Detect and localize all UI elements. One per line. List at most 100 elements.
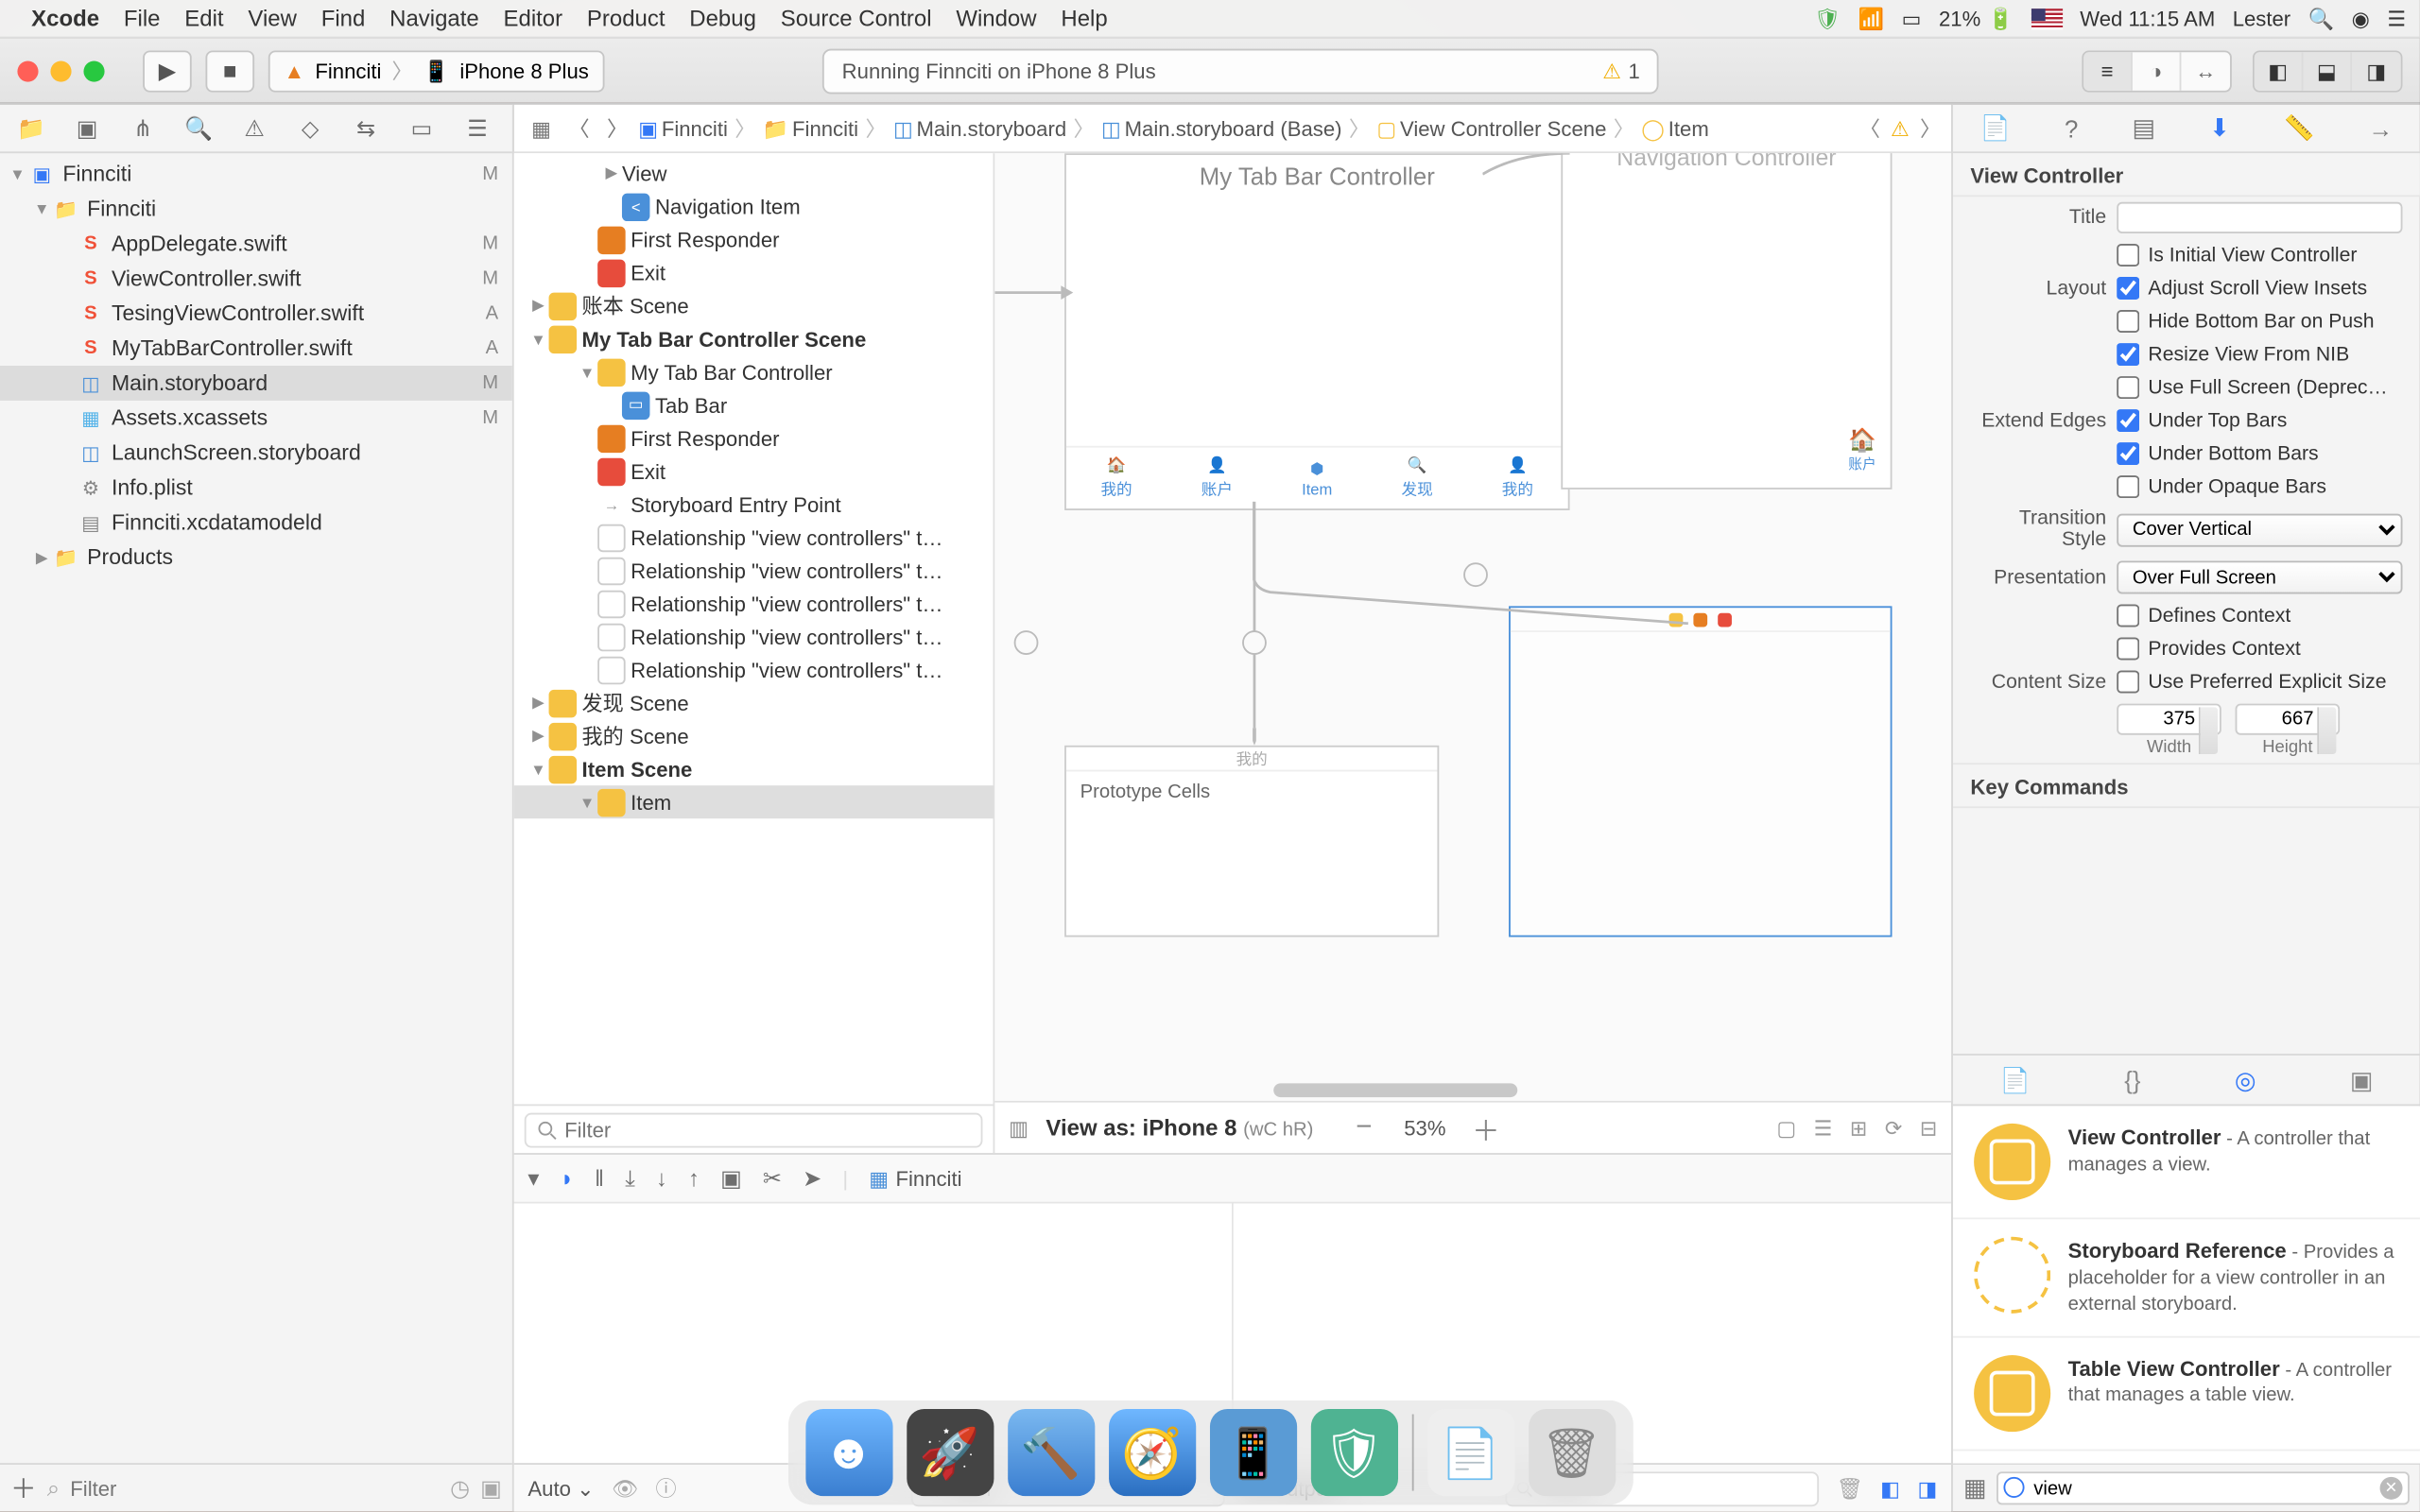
hide-debug-icon[interactable]: ▾ — [527, 1164, 539, 1192]
content-width-input[interactable] — [2117, 704, 2221, 735]
menu-debug[interactable]: Debug — [689, 6, 756, 32]
scm-filter-icon[interactable]: ▣ — [480, 1474, 502, 1502]
trash-icon[interactable]: 🗑 — [1837, 1476, 1863, 1501]
view-as-label[interactable]: View as: iPhone 8 (wC hR) — [1046, 1115, 1313, 1142]
file-inspector-icon[interactable]: 📄 — [1980, 113, 2011, 143]
menu-navigate[interactable]: Navigate — [389, 6, 479, 32]
outline-Exit[interactable]: Exit — [514, 455, 994, 488]
dock-launchpad-icon[interactable]: 🚀 — [906, 1409, 993, 1496]
table-view-scene[interactable]: 我的 Prototype Cells — [1064, 746, 1439, 937]
variables-scope[interactable]: Auto ⌄ — [527, 1476, 594, 1501]
toggle-navigator-icon[interactable]: ◧ — [2255, 51, 2304, 90]
debug-navigator-icon[interactable]: ⇆ — [341, 109, 390, 147]
step-out-icon[interactable]: ↑ — [688, 1165, 700, 1192]
tree-root[interactable]: ▼▣ FinncitiM — [0, 157, 512, 192]
step-over-icon[interactable]: ⤓ — [625, 1164, 635, 1192]
menu-source-control[interactable]: Source Control — [781, 6, 932, 32]
breakpoint-navigator-icon[interactable]: ▭ — [397, 109, 446, 147]
provides-context-checkbox[interactable]: Provides Context — [2117, 638, 2301, 661]
outline-Relationship "view controllers" t…[interactable]: ○Relationship "view controllers" t… — [514, 521, 994, 554]
navigator-filter-input[interactable] — [70, 1476, 440, 1501]
layout-opt-2[interactable]: Resize View From NIB — [2117, 343, 2349, 366]
embed-icon[interactable]: ▢ — [1776, 1115, 1796, 1140]
menu-view[interactable]: View — [248, 6, 297, 32]
dock-simulator-icon[interactable]: 📱 — [1209, 1409, 1296, 1496]
selected-view-controller[interactable] — [1509, 606, 1892, 936]
file-Main.storyboard[interactable]: ◫Main.storyboardM — [0, 366, 512, 401]
extend-opt-1[interactable]: Under Bottom Bars — [2117, 442, 2318, 465]
find-navigator-icon[interactable]: ⋔ — [118, 109, 167, 147]
toggle-outline-icon[interactable]: ▥ — [1009, 1115, 1028, 1140]
pane-toggle-segment[interactable]: ◧ ⬓ ◨ — [2253, 50, 2402, 92]
search-navigator-icon[interactable]: 🔍 — [174, 109, 223, 147]
toggle-debug-icon[interactable]: ⬓ — [2303, 51, 2352, 90]
assistant-editor-icon[interactable]: ◑ — [2133, 51, 2182, 90]
resolve-icon[interactable]: ⟳ — [1885, 1115, 1903, 1140]
menu-editor[interactable]: Editor — [504, 6, 563, 32]
scheme-selector[interactable]: ▲Finnciti 〉 📱iPhone 8 Plus — [268, 50, 605, 92]
outline-Relationship "view controllers" t…[interactable]: ○Relationship "view controllers" t… — [514, 554, 994, 587]
recent-filter-icon[interactable]: ◷ — [450, 1474, 470, 1502]
related-items-icon[interactable]: ▦ — [525, 116, 559, 141]
app-menu[interactable]: Xcode — [31, 6, 99, 32]
outline-发现 Scene[interactable]: ▶发现 Scene — [514, 686, 994, 719]
library-item-1[interactable]: Storyboard Reference - Provides a placeh… — [1953, 1219, 2420, 1336]
layout-opt-0[interactable]: Adjust Scroll View Insets — [2117, 277, 2367, 300]
file-Finnciti.xcdatamodeld[interactable]: ▤Finnciti.xcdatamodeld — [0, 505, 512, 540]
test-navigator-icon[interactable]: ◇ — [285, 109, 335, 147]
connections-inspector-icon[interactable]: → — [2368, 114, 2393, 142]
layout-opt-1[interactable]: Hide Bottom Bar on Push — [2117, 310, 2374, 333]
file-template-lib-icon[interactable]: 📄 — [2000, 1065, 2031, 1094]
storyboard-canvas[interactable]: My Tab Bar Controller 🏠我的 👤账户 ⬢Item 🔍发现 … — [994, 153, 1951, 1101]
wifi-icon[interactable]: 📶 — [1858, 6, 1885, 30]
outline-First Responder[interactable]: First Responder — [514, 421, 994, 455]
stack-icon[interactable]: ⊟ — [1920, 1115, 1938, 1140]
project-tree[interactable]: ▼▣ FinncitiM ▼📁Finnciti SAppDelegate.swi… — [0, 153, 512, 1463]
layout-opt-3[interactable]: Use Full Screen (Deprec… — [2117, 376, 2387, 399]
pause-icon[interactable]: ‖ — [595, 1165, 604, 1192]
airplay-icon[interactable]: ▭ — [1902, 6, 1922, 30]
close-icon[interactable] — [17, 60, 38, 81]
standard-editor-icon[interactable]: ≡ — [2083, 51, 2133, 90]
back-icon[interactable]: 〈 — [562, 113, 596, 143]
outline-First Responder[interactable]: First Responder — [514, 223, 994, 256]
outline-我的 Scene[interactable]: ▶我的 Scene — [514, 719, 994, 752]
transition-style-select[interactable]: Cover Vertical — [2117, 513, 2402, 546]
zoom-in-button[interactable]: ＋ — [1470, 1107, 1501, 1148]
identity-inspector-icon[interactable]: ▤ — [2133, 113, 2155, 143]
object-lib-icon[interactable]: ◎ — [2235, 1065, 2256, 1094]
status-shield-icon[interactable]: 🛡 — [1814, 6, 1841, 30]
clock[interactable]: Wed 11:15 AM — [2080, 6, 2215, 30]
toggle-console-icon[interactable]: ◨ — [1918, 1476, 1938, 1501]
initial-vc-checkbox[interactable]: Is Initial View Controller — [2117, 244, 2357, 266]
tree-group[interactable]: ▼📁Finnciti — [0, 192, 512, 227]
forward-icon[interactable]: 〉 — [600, 113, 635, 143]
presentation-select[interactable]: Over Full Screen — [2117, 560, 2402, 593]
quick-help-icon[interactable]: ? — [2065, 114, 2078, 142]
next-issue-icon[interactable]: 〉 — [1920, 113, 1941, 143]
media-lib-icon[interactable]: ▣ — [2350, 1065, 2373, 1094]
run-button[interactable]: ▶ — [143, 50, 192, 92]
menu-product[interactable]: Product — [587, 6, 666, 32]
menu-help[interactable]: Help — [1061, 6, 1107, 32]
file-Info.plist[interactable]: ⚙Info.plist — [0, 471, 512, 506]
defines-context-checkbox[interactable]: Defines Context — [2117, 605, 2290, 627]
menu-file[interactable]: File — [124, 6, 161, 32]
outline-Item Scene[interactable]: ▼Item Scene — [514, 752, 994, 785]
outline-My Tab Bar Controller[interactable]: ▼My Tab Bar Controller — [514, 355, 994, 388]
navigation-controller-scene[interactable]: Navigation Controller 🏠账户 — [1561, 153, 1892, 490]
memgraph-icon[interactable]: ✂ — [763, 1164, 782, 1192]
input-flag-icon[interactable] — [2031, 8, 2063, 28]
dock-safari-icon[interactable]: 🧭 — [1108, 1409, 1195, 1496]
issue-navigator-icon[interactable]: ⚠ — [230, 109, 279, 147]
file-AppDelegate.swift[interactable]: SAppDelegate.swiftM — [0, 227, 512, 262]
align-icon[interactable]: ☰ — [1814, 1115, 1833, 1140]
library-grid-icon[interactable]: ▦ — [1963, 1473, 1986, 1503]
file-MyTabBarController.swift[interactable]: SMyTabBarController.swiftA — [0, 331, 512, 366]
file-LaunchScreen.storyboard[interactable]: ◫LaunchScreen.storyboard — [0, 436, 512, 471]
spotlight-icon[interactable]: 🔍 — [2308, 6, 2335, 30]
file-TesingViewController.swift[interactable]: STesingViewController.swiftA — [0, 296, 512, 331]
editor-mode-segment[interactable]: ≡ ◑ ↔ — [2082, 50, 2231, 92]
library-search-input[interactable] — [1997, 1471, 2410, 1504]
outline-Tab Bar[interactable]: ▭Tab Bar — [514, 388, 994, 421]
